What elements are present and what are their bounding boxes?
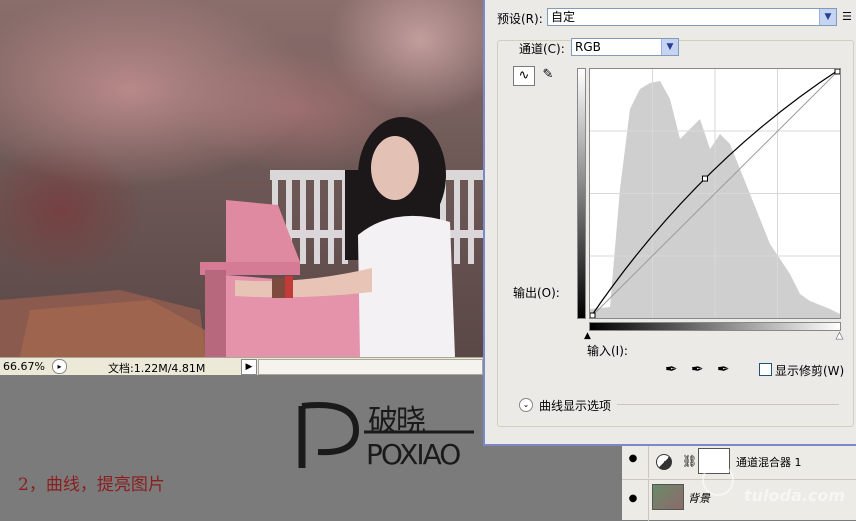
logo-en-text: POXIAO xyxy=(366,438,461,471)
divider xyxy=(648,446,649,478)
eye-icon[interactable]: ● xyxy=(626,492,640,506)
white-eyedropper-icon[interactable]: ✒ xyxy=(717,360,730,378)
preset-select[interactable]: 自定 ▼ xyxy=(547,8,837,26)
curve-plot[interactable] xyxy=(589,68,841,319)
horizontal-scrollbar[interactable] xyxy=(258,359,483,375)
status-menu-icon[interactable]: ▸ xyxy=(52,359,67,374)
watermark-logo-icon xyxy=(702,464,734,496)
watermark-text: tuloda.com xyxy=(744,486,845,505)
input-gradient-bar xyxy=(589,322,841,331)
input-label: 输入(I): xyxy=(587,344,628,358)
poxiao-logo: 破晓 POXIAO xyxy=(296,388,482,474)
black-point-slider[interactable]: ▲ xyxy=(584,331,591,341)
show-clipping-label: 显示修剪(W) xyxy=(775,364,845,378)
preset-value: 自定 xyxy=(551,10,576,24)
black-eyedropper-icon[interactable]: ✒ xyxy=(665,360,678,378)
step-caption: 2，曲线，提亮图片 xyxy=(18,475,165,495)
output-gradient-bar xyxy=(577,68,586,319)
output-label: 输出(O): xyxy=(513,286,560,300)
preset-label: 预设(R): xyxy=(497,12,543,26)
adjustment-layer-icon xyxy=(656,454,672,470)
preset-options-icon[interactable]: ☰ xyxy=(842,10,852,23)
curve-options-label[interactable]: 曲线显示选项 xyxy=(539,397,611,414)
logo-cn-text: 破晓 xyxy=(368,404,426,439)
white-point-slider[interactable]: ▲ xyxy=(836,331,843,342)
curve-control-point[interactable] xyxy=(834,68,841,75)
status-arrow-icon[interactable]: ▶ xyxy=(241,359,257,375)
divider xyxy=(617,404,839,405)
photo-canvas xyxy=(0,0,483,357)
gray-eyedropper-icon[interactable]: ✒ xyxy=(691,360,704,378)
channel-select[interactable]: RGB ▼ xyxy=(571,38,679,56)
curve-edit-icon[interactable]: ∿ xyxy=(513,66,535,86)
eye-icon[interactable]: ● xyxy=(626,452,640,466)
channel-label: 通道(C): xyxy=(519,42,565,56)
curve-control-point[interactable] xyxy=(589,312,596,319)
divider xyxy=(648,480,649,521)
curve-graph[interactable] xyxy=(589,68,841,319)
chevron-down-icon[interactable]: ▼ xyxy=(661,39,678,55)
curve-control-point[interactable] xyxy=(702,175,708,182)
channel-value: RGB xyxy=(575,40,601,54)
layer-thumbnail xyxy=(652,484,684,510)
document-size: 文档:1.22M/4.81M xyxy=(108,362,206,375)
expand-options-icon[interactable]: ⌄ xyxy=(519,398,533,412)
photo-image xyxy=(0,117,483,357)
zoom-level[interactable]: 66.67% xyxy=(3,360,45,373)
pencil-icon[interactable]: ✎ xyxy=(537,66,559,86)
watermark: tuloda.com xyxy=(698,462,856,518)
document-status-bar: 66.67% ▸ 文档:1.22M/4.81M ▶ xyxy=(0,357,483,375)
curves-dialog: 预设(R): 自定 ▼ ☰ 通道(C): RGB ▼ ∿ ✎ ▲ ▲ 输出(O)… xyxy=(483,0,856,446)
show-clipping-checkbox[interactable] xyxy=(759,363,772,376)
chevron-down-icon[interactable]: ▼ xyxy=(819,9,836,25)
link-icon: ⛓ xyxy=(682,454,698,468)
